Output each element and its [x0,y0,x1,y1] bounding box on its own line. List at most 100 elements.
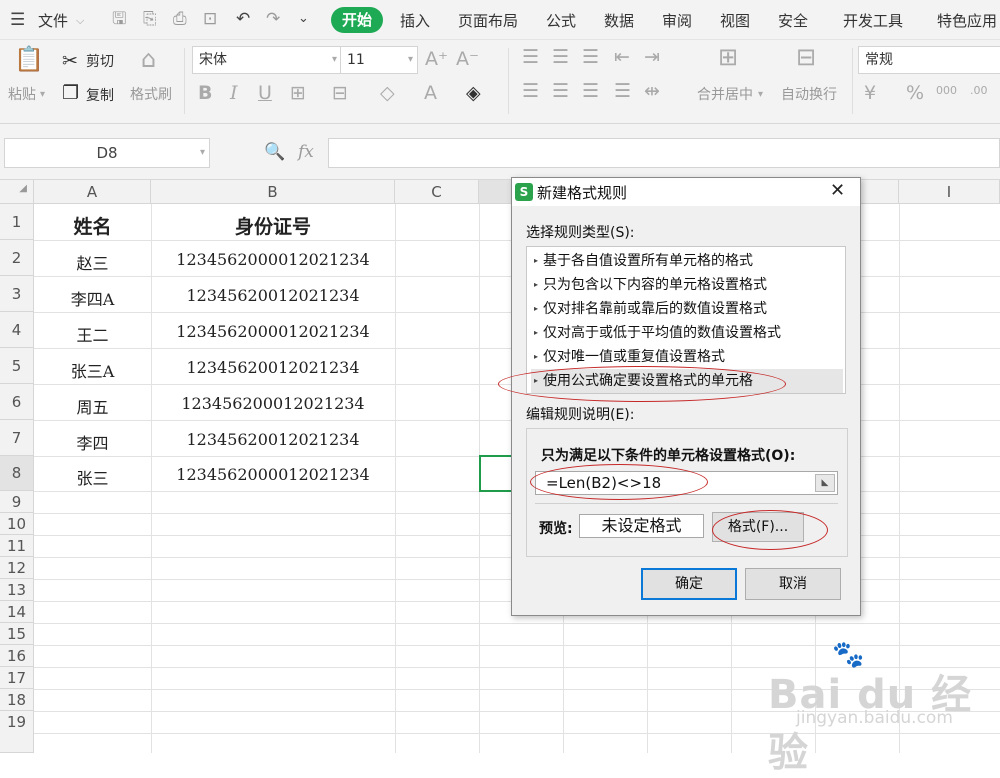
font-name-select[interactable]: 宋体 ▾ [192,46,342,74]
font-size-select[interactable]: 11 ▾ [340,46,418,74]
format-painter-icon[interactable]: ⌂ [141,47,156,71]
cell-b1[interactable]: 身份证号 [151,212,395,239]
formula-input[interactable] [328,138,1000,168]
indent-increase-icon[interactable]: ⇥ [644,46,660,68]
customize-toolbar-icon[interactable]: ⌄ [298,9,309,29]
tab-page-layout[interactable]: 页面布局 [458,10,518,31]
align-bottom-icon[interactable]: ☰ [582,46,599,68]
decimal-increase-icon[interactable]: .00 [970,80,988,102]
paste-icon[interactable]: 📋 [14,47,44,71]
fx-icon[interactable]: fx [298,142,314,162]
column-header-i[interactable]: I [899,180,1000,204]
scissors-icon[interactable]: ✂ [62,50,78,72]
cell-id[interactable]: 12345620012021234 [151,286,395,305]
row-header[interactable]: 6 [0,384,34,420]
align-right-icon[interactable]: ☰ [582,80,599,102]
row-header[interactable]: 3 [0,276,34,312]
number-format-select[interactable]: 常规 [858,46,1000,74]
row-header[interactable]: 8 [0,456,34,491]
fill-style-icon[interactable]: ⊟ [332,82,348,104]
row-header[interactable]: 2 [0,240,34,276]
distribute-icon[interactable]: ⇹ [644,80,660,102]
font-shrink-icon[interactable]: A⁻ [456,48,479,70]
cell-id[interactable]: 12345620012021234 [151,430,395,449]
ok-button[interactable]: 确定 [641,568,737,600]
list-item[interactable]: ▸ 仅对排名靠前或靠后的数值设置格式 [531,297,843,321]
export-icon[interactable]: ⎘ [143,9,157,29]
wrap-text-button[interactable]: 自动换行 [781,84,837,104]
tab-security[interactable]: 安全 [778,10,808,31]
indent-decrease-icon[interactable]: ⇤ [614,46,630,68]
cancel-button[interactable]: 取消 [745,568,841,600]
cell-name[interactable]: 张三 [34,465,151,489]
column-header-a[interactable]: A [34,180,151,204]
redo-icon[interactable]: ↷ [266,9,280,29]
tab-insert[interactable]: 插入 [400,10,430,31]
tab-formulas[interactable]: 公式 [546,10,576,31]
row-header[interactable]: 5 [0,348,34,384]
cell-name[interactable]: 王二 [34,322,151,346]
save-icon[interactable]: 🖫 [112,9,126,29]
copy-icon[interactable]: ❐ [62,82,79,104]
row-header[interactable]: 13 [0,579,34,601]
cut-button[interactable]: 剪切 [86,51,114,71]
cell-name[interactable]: 李四 [34,430,151,454]
column-header-c[interactable]: C [395,180,479,204]
copy-button[interactable]: 复制 [86,85,114,105]
align-middle-icon[interactable]: ☰ [552,46,569,68]
tab-review[interactable]: 审阅 [662,10,692,31]
list-item[interactable]: ▸ 只为包含以下内容的单元格设置格式 [531,273,843,297]
row-header[interactable]: 14 [0,601,34,623]
close-icon[interactable]: ✕ [830,180,845,201]
cell-id[interactable]: 1234562000012021234 [151,322,395,341]
border-icon[interactable]: ⊞ [290,82,306,104]
cell-name[interactable]: 周五 [34,394,151,418]
italic-icon[interactable]: I [230,82,238,104]
zoom-formula-icon[interactable]: 🔍 [264,142,285,162]
wrap-text-icon[interactable]: ⊟ [796,45,816,69]
cell-name[interactable]: 赵三 [34,250,151,274]
cell-a1[interactable]: 姓名 [34,212,151,239]
align-top-icon[interactable]: ☰ [522,46,539,68]
row-header[interactable]: 9 [0,491,34,513]
cell-id[interactable]: 123456200012021234 [151,394,395,413]
merge-cells-icon[interactable]: ⊞ [718,45,738,69]
merge-center-button[interactable]: 合并居中 [697,84,753,104]
row-header[interactable]: 16 [0,645,34,667]
percent-icon[interactable]: % [906,82,924,104]
name-box[interactable]: D8 ▾ [4,138,210,168]
align-left-icon[interactable]: ☰ [522,80,539,102]
cell-id[interactable]: 1234562000012021234 [151,465,395,484]
tab-data[interactable]: 数据 [604,10,634,31]
row-header[interactable]: 10 [0,513,34,535]
tab-developer[interactable]: 开发工具 [843,10,903,31]
paste-button[interactable]: 粘贴 [8,84,36,104]
row-header[interactable]: 1 [0,204,34,240]
paste-dropdown-icon[interactable]: ▾ [40,84,45,106]
row-header[interactable]: 18 [0,689,34,711]
format-painter-button[interactable]: 格式刷 [130,84,172,104]
currency-icon[interactable]: ¥ [864,82,876,104]
list-item[interactable]: ▸ 基于各自值设置所有单元格的格式 [531,249,843,273]
column-header-b[interactable]: B [151,180,395,204]
list-item[interactable]: ▸ 仅对高于或低于平均值的数值设置格式 [531,321,843,345]
row-header[interactable]: 11 [0,535,34,557]
range-select-icon[interactable]: ◣ [815,474,835,492]
merge-dropdown-icon[interactable]: ▾ [758,84,763,106]
bold-icon[interactable]: B [198,82,212,104]
file-menu[interactable]: 文件 [38,10,68,31]
align-center-icon[interactable]: ☰ [552,80,569,102]
fill-color-icon[interactable]: ◇ [380,82,395,104]
hamburger-icon[interactable]: ☰ [10,10,25,30]
cell-name[interactable]: 李四A [34,286,151,310]
row-header[interactable]: 17 [0,667,34,689]
row-header[interactable]: 7 [0,420,34,456]
font-color-icon[interactable]: A [424,82,437,104]
underline-icon[interactable]: U [258,82,272,104]
row-header[interactable]: 4 [0,312,34,348]
font-grow-icon[interactable]: A⁺ [425,48,448,70]
undo-icon[interactable]: ↶ [236,9,250,29]
tab-special[interactable]: 特色应用 [937,10,997,31]
print-preview-icon[interactable]: ⊡ [203,9,217,29]
justify-icon[interactable]: ☰ [614,80,631,102]
